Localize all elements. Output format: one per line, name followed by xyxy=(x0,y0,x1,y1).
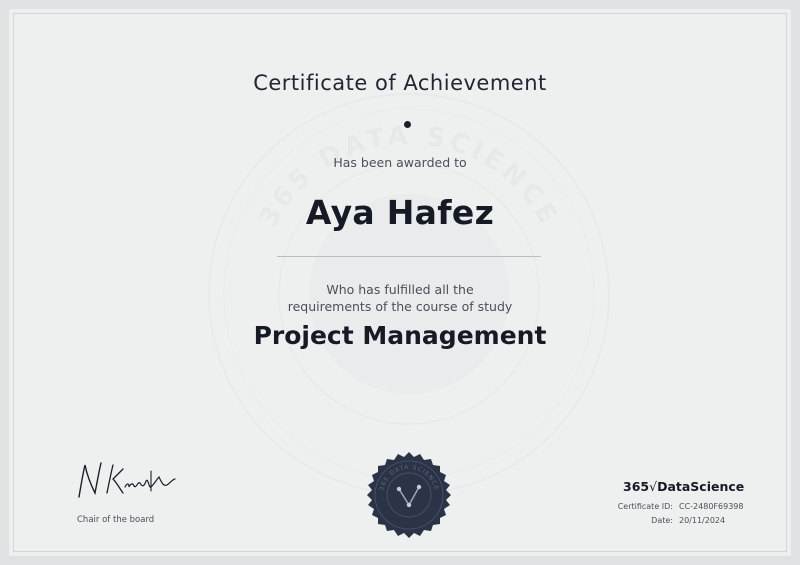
date-label: Date: xyxy=(651,516,673,525)
title-dot xyxy=(404,121,411,128)
signature-image xyxy=(78,462,176,498)
date-value: 20/11/2024 xyxy=(679,516,726,525)
brand-number: 365 xyxy=(623,479,650,494)
fulfilled-line-1: Who has fulfilled all the xyxy=(326,282,474,297)
certificate-id-label: Certificate ID: xyxy=(617,502,673,511)
recipient-name: Aya Hafez xyxy=(305,193,495,232)
certificate-id-row: Certificate ID: CC-2480F69398 xyxy=(607,502,744,511)
course-name: Project Management xyxy=(253,321,547,350)
fulfilled-text: Who has fulfilled all the requirements o… xyxy=(9,281,791,315)
signature-label: Chair of the board xyxy=(77,515,155,525)
fulfilled-line-2: requirements of the course of study xyxy=(287,299,513,314)
seal-badge: 365 DATA SCIENCE xyxy=(367,452,451,538)
certificate: 365 DATA SCIENCE Certificate of Achievem… xyxy=(0,0,800,565)
certificate-id-value: CC-2480F69398 xyxy=(679,502,744,511)
brand-logo: 365√DataScience xyxy=(623,479,744,494)
divider xyxy=(277,256,541,257)
certificate-title: Certificate of Achievement xyxy=(253,71,547,95)
awarded-text: Has been awarded to xyxy=(333,155,467,170)
date-row: Date: 20/11/2024 xyxy=(607,516,725,525)
brand-check-icon: √ xyxy=(649,479,658,494)
brand-name: DataScience xyxy=(657,479,745,494)
